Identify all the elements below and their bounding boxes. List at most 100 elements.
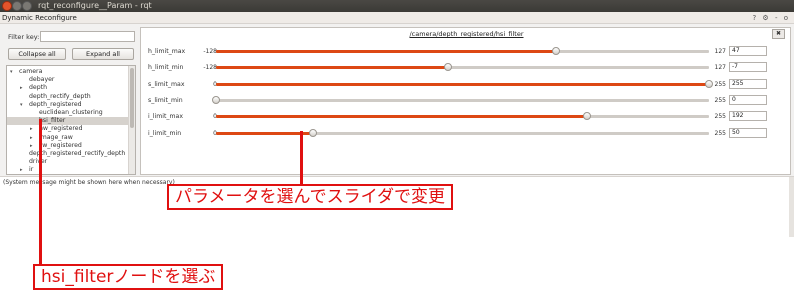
- window-titlebar: rqt_reconfigure__Param - rqt: [0, 0, 794, 12]
- tree-item-label: depth_rectify_depth: [29, 92, 91, 100]
- param-value-input[interactable]: 50: [729, 127, 767, 138]
- param-max-label: 127: [714, 48, 726, 55]
- param-slider-handle[interactable]: [212, 95, 220, 104]
- param-slider-fill: [216, 115, 588, 119]
- window-close-button[interactable]: [2, 1, 12, 11]
- param-slider-handle[interactable]: [308, 128, 317, 137]
- param-slider[interactable]: [216, 63, 709, 72]
- param-slider-fill: [216, 82, 709, 86]
- param-value-input[interactable]: 255: [729, 78, 767, 89]
- param-min-label: 0: [191, 130, 217, 137]
- param-slider-handle[interactable]: [583, 112, 592, 121]
- tree-item[interactable]: ▾ depth_registered: [7, 101, 129, 109]
- tree-item[interactable]: euclidean_clustering: [7, 109, 129, 117]
- param-slider[interactable]: [216, 112, 709, 121]
- tree-item-label: depth: [29, 84, 48, 92]
- tree-item[interactable]: hsi_filter: [7, 117, 129, 126]
- param-slider-fill: [216, 50, 557, 53]
- param-name: s_limit_min: [148, 96, 183, 104]
- param-row-i-limit-max: i_limit_max 0 255192: [141, 109, 792, 125]
- expand-all-button[interactable]: Expand all: [72, 48, 134, 60]
- annotation-node-note: hsi_filterノードを選ぶ: [33, 264, 224, 290]
- param-row-h-limit-max: h_limit_max -128 127 47: [141, 44, 792, 60]
- minimize-icon[interactable]: -: [775, 14, 780, 22]
- param-value-input[interactable]: -7: [729, 62, 767, 73]
- param-name: h_limit_max: [148, 48, 186, 55]
- window-maximize-button[interactable]: [22, 1, 32, 11]
- tree-item-label: hw_registered: [39, 125, 83, 133]
- tree-item[interactable]: ▸ image_raw: [7, 134, 129, 142]
- tree-item-label: sw_registered: [39, 141, 82, 149]
- plugin-title-bar: Dynamic Reconfigure ? ⚙ - o: [0, 12, 794, 24]
- param-slider-fill: [216, 131, 313, 135]
- param-name: h_limit_min: [148, 64, 184, 72]
- param-max-label: 255: [714, 80, 726, 88]
- tree-item[interactable]: depth_rectify_depth: [7, 93, 129, 101]
- param-value-input[interactable]: 0: [729, 94, 767, 105]
- param-slider[interactable]: [216, 128, 709, 137]
- collapsed-arrow-icon[interactable]: ▸: [30, 125, 33, 133]
- tree-item[interactable]: ▾ camera: [7, 68, 129, 76]
- tree-scrollbar-thumb[interactable]: [130, 68, 134, 128]
- param-row-i-limit-min: i_limit_min 0 25550: [141, 126, 792, 142]
- tree-item[interactable]: depth_registered_rectify_depth: [7, 150, 129, 158]
- param-slider-handle[interactable]: [443, 63, 452, 72]
- close-node-button[interactable]: ✖: [772, 29, 785, 39]
- expanded-arrow-icon[interactable]: ▾: [10, 68, 13, 76]
- tree-item[interactable]: debayer: [7, 76, 129, 84]
- close-icon[interactable]: o: [784, 14, 790, 22]
- annotation-line-node: [39, 119, 42, 269]
- tree-item-label: depth_registered_rectify_depth: [29, 150, 126, 157]
- tree-item-label: depth_registered: [29, 100, 82, 108]
- param-min-label: 0: [191, 113, 217, 120]
- filter-key-label: Filter key:: [8, 33, 40, 41]
- main-area: Filter key: Collapse all Expand all ▾ cam…: [0, 24, 794, 176]
- tree-item-label: hsi_filter: [39, 117, 66, 125]
- expanded-arrow-icon[interactable]: ▾: [20, 101, 23, 109]
- collapsed-arrow-icon[interactable]: ▸: [20, 84, 23, 92]
- collapsed-arrow-icon[interactable]: ▸: [30, 134, 33, 142]
- param-value-input[interactable]: 47: [729, 46, 767, 56]
- node-title: /camera/depth_registered/hsi_filter: [409, 30, 524, 38]
- settings-icon[interactable]: ⚙: [762, 14, 770, 22]
- param-slider[interactable]: [216, 79, 713, 88]
- tree-item[interactable]: ▸ hw_registered: [7, 125, 129, 133]
- tree-item-label: camera: [19, 68, 43, 75]
- param-value-input[interactable]: 192: [729, 111, 767, 122]
- tree-item-label: image_raw: [39, 133, 73, 141]
- tree-item-label: debayer: [29, 76, 55, 84]
- tree-item[interactable]: ▸ sw_registered: [7, 142, 129, 150]
- tree-item[interactable]: driver: [7, 158, 129, 166]
- node-tree-panel: Filter key: Collapse all Expand all ▾ cam…: [2, 27, 136, 175]
- collapsed-arrow-icon[interactable]: ▸: [30, 142, 33, 150]
- status-message: (System message might be shown here when…: [3, 179, 175, 186]
- status-scrollbar: [789, 177, 794, 237]
- param-slider[interactable]: [216, 47, 709, 55]
- tree-scrollbar[interactable]: [128, 66, 135, 174]
- param-min-label: -128: [203, 48, 217, 55]
- param-row-h-limit-min: h_limit_min -128 127 -7: [141, 60, 792, 76]
- param-row-s-limit-min: s_limit_min02550: [141, 93, 792, 109]
- tree-item-label: euclidean_clustering: [39, 109, 103, 116]
- param-slider-handle[interactable]: [552, 47, 561, 55]
- plugin-bar-icons: ? ⚙ - o: [752, 13, 790, 23]
- node-parameter-panel: /camera/depth_registered/hsi_filter ✖ h_…: [140, 27, 791, 175]
- param-slider-fill: [216, 66, 448, 70]
- tree-item[interactable]: ▸ ir: [7, 166, 129, 174]
- collapsed-arrow-icon[interactable]: ▸: [20, 166, 23, 174]
- param-max-label: 127: [714, 64, 726, 72]
- plugin-title: Dynamic Reconfigure: [2, 14, 77, 22]
- param-min-label: 0: [191, 81, 217, 88]
- window-minimize-button[interactable]: [12, 1, 22, 11]
- filter-key-input[interactable]: [40, 31, 135, 42]
- annotation-slider-note: パラメータを選んでスライダで変更: [167, 184, 453, 210]
- param-slider[interactable]: [212, 95, 709, 104]
- help-icon[interactable]: ?: [752, 14, 758, 22]
- param-row-s-limit-max: s_limit_max 0 255255: [141, 77, 792, 93]
- param-max-label: 255: [714, 96, 726, 104]
- collapse-all-button[interactable]: Collapse all: [8, 48, 66, 60]
- tree-item-label: ir: [29, 166, 34, 174]
- tree-item[interactable]: ▸ depth: [7, 84, 129, 92]
- param-min-label: -128: [203, 64, 217, 72]
- param-max-label: 255: [714, 129, 726, 137]
